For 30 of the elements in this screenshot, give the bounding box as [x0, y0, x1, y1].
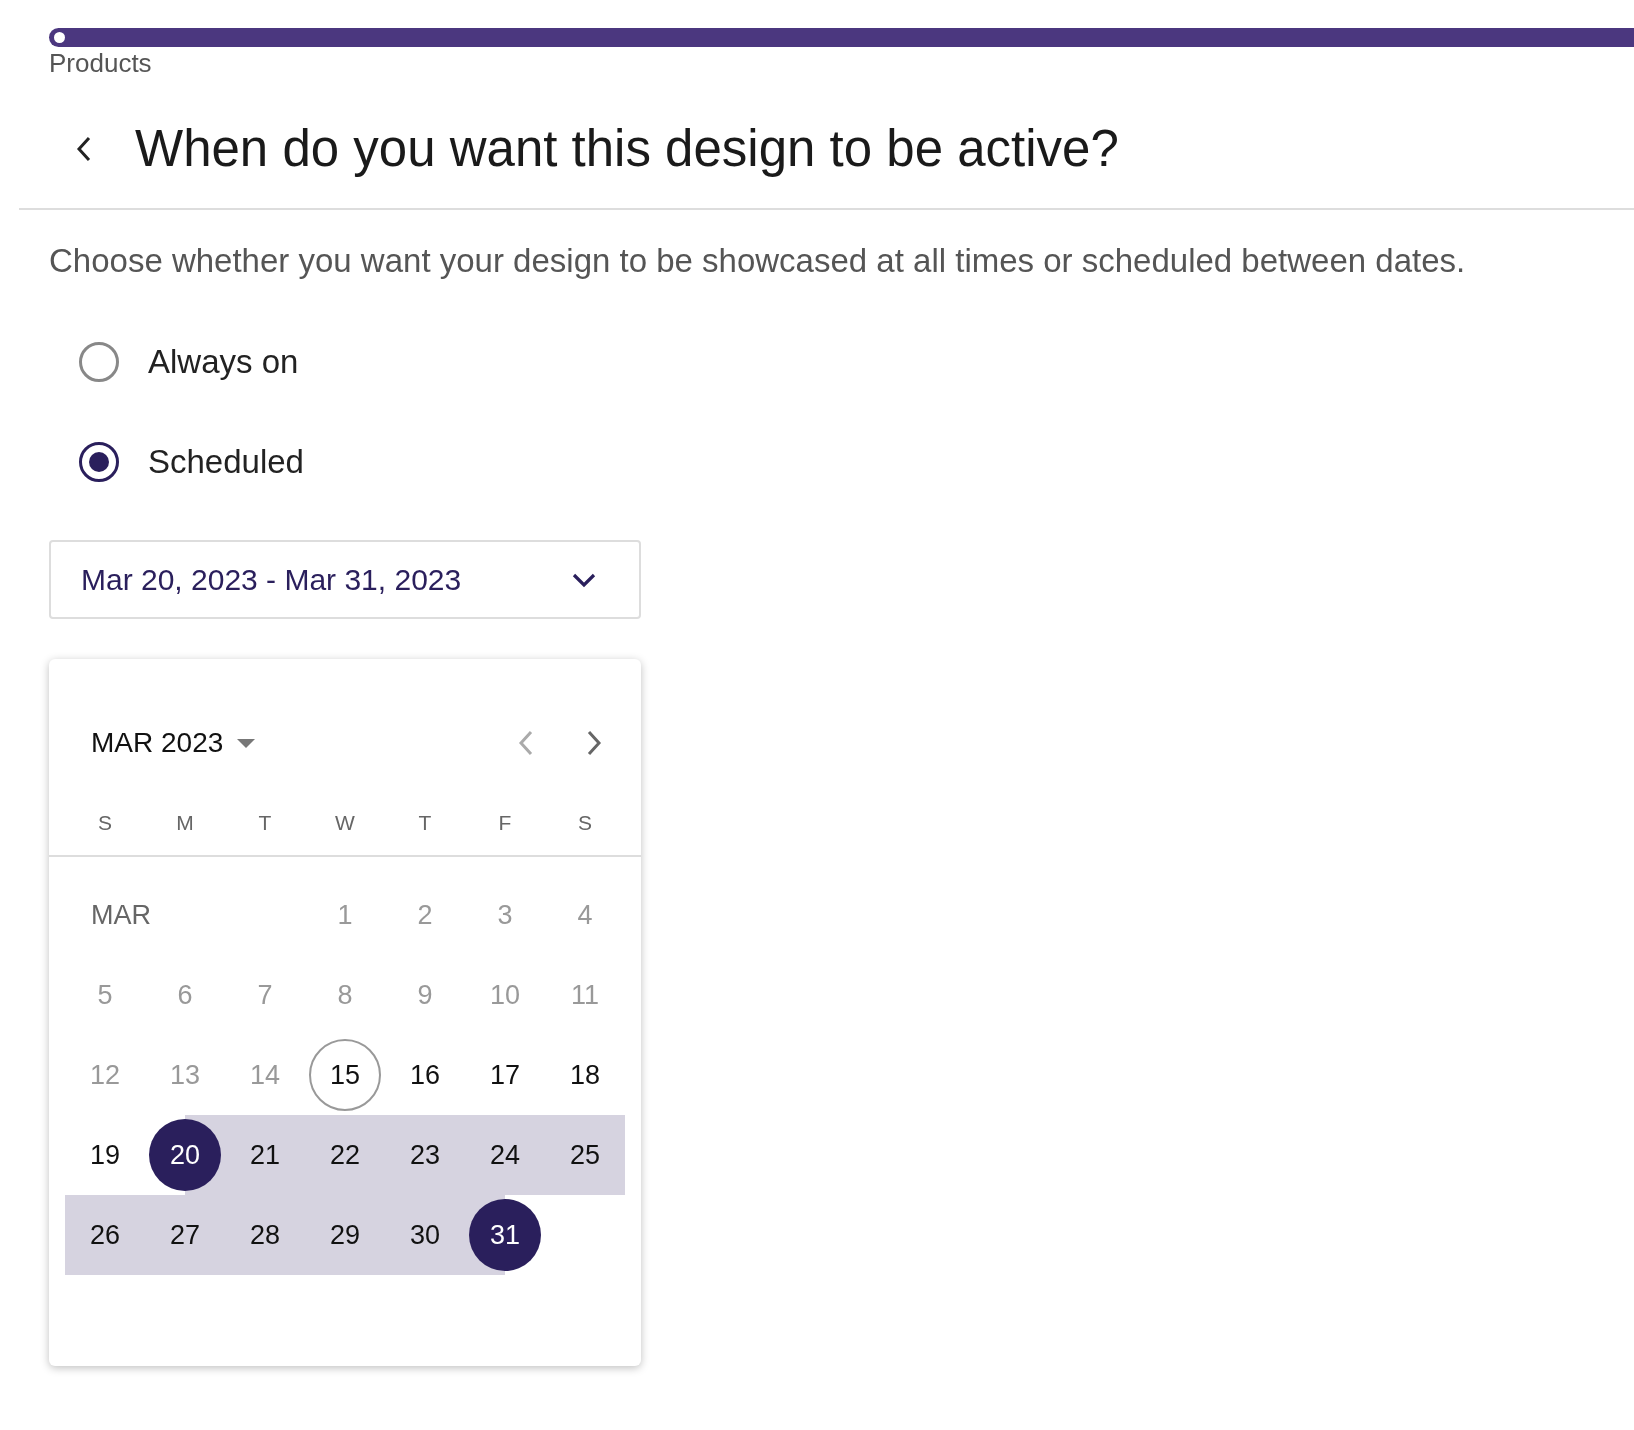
weekday-label: T — [257, 811, 273, 835]
month-label: MAR — [91, 899, 151, 932]
chevron-down-icon — [571, 571, 597, 588]
weekday-label: M — [175, 811, 195, 835]
month-year-selector[interactable]: MAR 2023 — [91, 727, 258, 759]
chevron-right-icon — [585, 729, 603, 757]
description-text: Choose whether you want your design to be showcased at all times or scheduled between dates. — [49, 242, 1467, 280]
progress-start-dot-icon — [54, 32, 65, 43]
page-title: When do you want this design to be active? — [135, 119, 1119, 178]
radio-icon[interactable] — [79, 442, 119, 482]
calendar-day[interactable]: 20 — [149, 1119, 221, 1191]
calendar-day[interactable]: 18 — [549, 1039, 621, 1111]
weekday-label: W — [334, 811, 356, 835]
radio-icon[interactable] — [79, 342, 119, 382]
radio-option[interactable]: Scheduled — [79, 442, 1634, 482]
radio-option[interactable]: Always on — [79, 342, 1634, 382]
date-range-dropdown[interactable]: Mar 20, 2023 - Mar 31, 2023 — [49, 540, 641, 619]
breadcrumb-label: Products — [49, 47, 153, 79]
calendar-day[interactable]: 16 — [389, 1039, 461, 1111]
next-month-button[interactable] — [585, 729, 603, 757]
weekday-label: S — [577, 811, 593, 835]
weekday-label: T — [417, 811, 433, 835]
calendar-day[interactable]: 17 — [469, 1039, 541, 1111]
caret-down-icon — [235, 737, 258, 749]
weekday-label: F — [497, 811, 513, 835]
calendar-day[interactable]: 15 — [309, 1039, 381, 1111]
weekday-label: S — [97, 811, 113, 835]
calendar-day[interactable]: 19 — [69, 1119, 141, 1191]
calendar-day[interactable]: 31 — [469, 1199, 541, 1271]
chevron-left-icon — [517, 729, 535, 757]
